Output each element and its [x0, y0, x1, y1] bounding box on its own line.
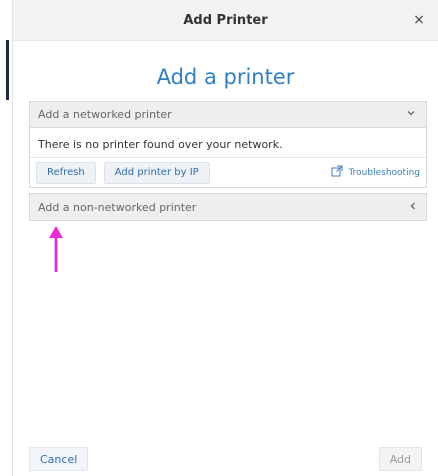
chevron-down-icon: [404, 108, 418, 121]
networked-printer-header[interactable]: Add a networked printer: [30, 102, 426, 128]
external-link-icon: [331, 165, 343, 180]
networked-printer-header-label: Add a networked printer: [38, 108, 172, 121]
chevron-left-icon: [408, 201, 418, 214]
add-printer-by-ip-button[interactable]: Add printer by IP: [103, 161, 210, 184]
troubleshooting-link[interactable]: Troubleshooting: [331, 165, 421, 180]
left-accent: [0, 0, 10, 476]
cancel-button[interactable]: Cancel: [29, 447, 89, 471]
annotation-arrow-icon: [49, 226, 63, 272]
add-button[interactable]: Add: [378, 447, 422, 471]
window-title: Add Printer: [183, 12, 268, 28]
refresh-button[interactable]: Refresh: [36, 161, 96, 184]
non-networked-printer-panel: Add a non-networked printer: [29, 193, 427, 221]
networked-printer-panel: Add a networked printer There is no prin…: [29, 101, 427, 188]
titlebar: Add Printer ×: [13, 0, 438, 41]
non-networked-printer-header[interactable]: Add a non-networked printer: [30, 194, 426, 220]
dialog-footer: Cancel Add: [13, 442, 438, 476]
troubleshooting-label: Troubleshooting: [348, 167, 421, 178]
close-icon[interactable]: ×: [410, 11, 428, 29]
networked-printer-actions: Refresh Add printer by IP Troubleshootin…: [30, 157, 426, 187]
networked-printer-message: There is no printer found over your netw…: [38, 138, 283, 151]
close-symbol: ×: [413, 12, 425, 28]
add-printer-dialog: Add Printer × Add a printer Add a networ…: [12, 0, 438, 476]
page-title: Add a printer: [156, 65, 295, 89]
left-accent-bar: [6, 40, 9, 100]
non-networked-printer-header-label: Add a non-networked printer: [38, 200, 197, 214]
